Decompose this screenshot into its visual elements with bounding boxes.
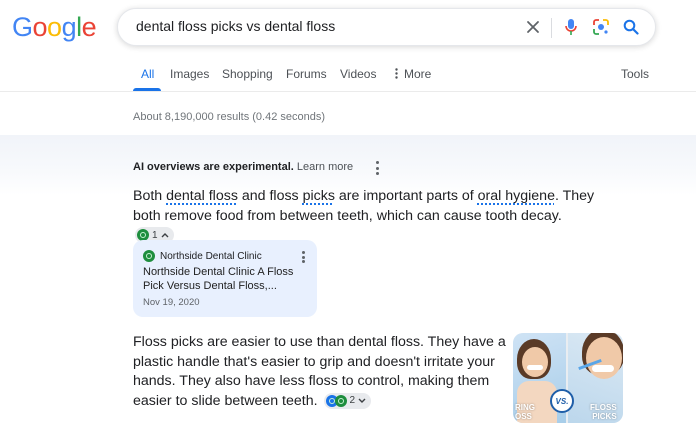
google-logo[interactable]: Google <box>12 12 97 43</box>
image-label-left: RING OSS <box>515 403 535 421</box>
logo-letter: G <box>12 12 33 42</box>
source-title[interactable]: Northside Dental Clinic A Floss Pick Ver… <box>143 265 303 293</box>
search-box[interactable]: dental floss picks vs dental floss <box>117 8 656 46</box>
tab-tools[interactable]: Tools <box>621 67 649 81</box>
tab-images[interactable]: Images <box>170 67 209 81</box>
oral-hygiene-link[interactable]: oral hygiene <box>478 188 555 204</box>
learn-more-link[interactable]: Learn more <box>297 161 353 173</box>
clinic-favicon-icon <box>143 250 155 262</box>
logo-letter: e <box>81 12 97 42</box>
search-input[interactable]: dental floss picks vs dental floss <box>136 18 335 34</box>
text-run: Both <box>133 188 167 204</box>
tab-all[interactable]: All <box>141 67 154 81</box>
dental-floss-link[interactable]: dental floss <box>166 188 238 204</box>
source-date: Nov 19, 2020 <box>143 297 200 308</box>
search-icon[interactable] <box>620 16 642 38</box>
chevron-down-icon <box>358 398 366 403</box>
tab-more[interactable]: More <box>395 67 431 82</box>
source-menu-icon[interactable] <box>300 251 306 263</box>
logo-letter: g <box>61 12 77 42</box>
google-lens-icon[interactable] <box>590 16 612 38</box>
image-label-right: FLOSS PICKS <box>590 403 617 421</box>
source-favicon-icon <box>334 394 347 407</box>
source-count: 2 <box>349 395 356 406</box>
vs-badge: VS. <box>550 389 574 413</box>
picks-link[interactable]: picks <box>303 188 335 204</box>
result-stats: About 8,190,000 results (0.42 seconds) <box>133 111 326 123</box>
text-run: are important parts of <box>334 188 478 204</box>
search-divider <box>551 18 552 38</box>
source-site: Northside Dental Clinic <box>143 250 262 262</box>
microphone-icon[interactable] <box>560 16 582 38</box>
source-chip[interactable]: 2 <box>323 392 372 409</box>
tab-shopping[interactable]: Shopping <box>222 67 273 81</box>
text-run: Floss picks are easier to use than denta… <box>133 334 506 409</box>
chevron-up-icon <box>161 233 169 238</box>
ai-overview-header: AI overviews are experimental. Learn mor… <box>133 161 353 173</box>
search-tabs: All Images Shopping Forums Videos More T… <box>0 67 696 93</box>
ai-overview-paragraph: Both dental floss and floss picks are im… <box>133 187 603 246</box>
clear-icon[interactable] <box>522 16 544 38</box>
source-site-name: Northside Dental Clinic <box>160 250 262 262</box>
ai-overview-menu-icon[interactable] <box>374 161 380 175</box>
ai-experimental-note: AI overviews are experimental. <box>133 161 294 173</box>
tab-more-label: More <box>404 67 432 81</box>
tab-forums[interactable]: Forums <box>286 67 327 81</box>
logo-letter: o <box>47 12 62 42</box>
text-run: and floss <box>237 188 303 204</box>
tabs-divider <box>0 91 696 92</box>
logo-letter: o <box>32 12 48 42</box>
source-card[interactable]: Northside Dental Clinic Northside Dental… <box>133 240 317 317</box>
comparison-image[interactable]: VS. RING OSS FLOSS PICKS <box>513 333 623 423</box>
tab-videos[interactable]: Videos <box>340 67 376 81</box>
ai-overview-paragraph: Floss picks are easier to use than denta… <box>133 333 508 411</box>
more-vert-icon <box>395 68 398 82</box>
